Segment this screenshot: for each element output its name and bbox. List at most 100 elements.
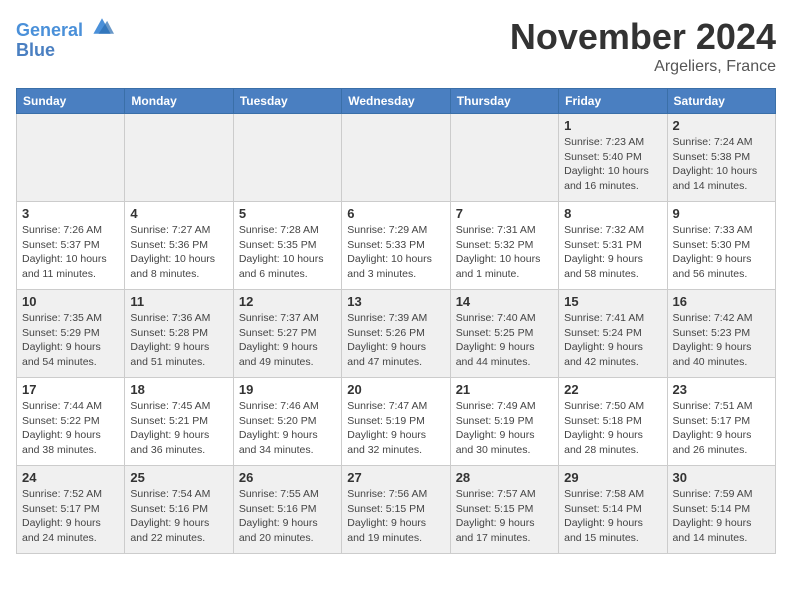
day-info: Sunrise: 7:56 AM Sunset: 5:15 PM Dayligh… [347, 487, 444, 546]
day-info: Sunrise: 7:57 AM Sunset: 5:15 PM Dayligh… [456, 487, 553, 546]
day-info: Sunrise: 7:31 AM Sunset: 5:32 PM Dayligh… [456, 223, 553, 282]
calendar-cell: 25Sunrise: 7:54 AM Sunset: 5:16 PM Dayli… [125, 466, 233, 554]
day-info: Sunrise: 7:28 AM Sunset: 5:35 PM Dayligh… [239, 223, 336, 282]
day-info: Sunrise: 7:23 AM Sunset: 5:40 PM Dayligh… [564, 135, 661, 194]
calendar-cell [125, 114, 233, 202]
calendar-cell: 2Sunrise: 7:24 AM Sunset: 5:38 PM Daylig… [667, 114, 775, 202]
calendar-week-row: 24Sunrise: 7:52 AM Sunset: 5:17 PM Dayli… [17, 466, 776, 554]
calendar-cell: 29Sunrise: 7:58 AM Sunset: 5:14 PM Dayli… [559, 466, 667, 554]
day-info: Sunrise: 7:42 AM Sunset: 5:23 PM Dayligh… [673, 311, 770, 370]
day-info: Sunrise: 7:49 AM Sunset: 5:19 PM Dayligh… [456, 399, 553, 458]
calendar-header-friday: Friday [559, 89, 667, 114]
calendar-cell: 23 Sunrise: 7:51 AM Sunset: 5:17 PM Dayli… [667, 378, 775, 466]
month-title: November 2024 [510, 16, 776, 58]
day-number: 6 [347, 206, 444, 221]
logo-icon [90, 16, 114, 36]
day-info: Sunrise: 7:52 AM Sunset: 5:17 PM Dayligh… [22, 487, 119, 546]
day-number: 2 [673, 118, 770, 133]
calendar-cell: 20 Sunrise: 7:47 AM Sunset: 5:19 PM Dayli… [342, 378, 450, 466]
calendar-cell: 12 Sunrise: 7:37 AM Sunset: 5:27 PM Dayli… [233, 290, 341, 378]
calendar-cell: 28 Sunrise: 7:57 AM Sunset: 5:15 PM Dayli… [450, 466, 558, 554]
calendar-cell: 6 Sunrise: 7:29 AM Sunset: 5:33 PM Daylig… [342, 202, 450, 290]
calendar-cell: 14 Sunrise: 7:40 AM Sunset: 5:25 PM Dayli… [450, 290, 558, 378]
title-block: November 2024 Argeliers, France [510, 16, 776, 76]
calendar-cell: 9 Sunrise: 7:33 AM Sunset: 5:30 PM Daylig… [667, 202, 775, 290]
day-info: Sunrise: 7:29 AM Sunset: 5:33 PM Dayligh… [347, 223, 444, 282]
calendar-cell: 27Sunrise: 7:56 AM Sunset: 5:15 PM Dayli… [342, 466, 450, 554]
logo-blue: Blue [16, 40, 55, 60]
day-number: 28 [456, 470, 553, 485]
calendar-cell: 18Sunrise: 7:45 AM Sunset: 5:21 PM Dayli… [125, 378, 233, 466]
calendar-cell: 5Sunrise: 7:28 AM Sunset: 5:35 PM Daylig… [233, 202, 341, 290]
day-info: Sunrise: 7:40 AM Sunset: 5:25 PM Dayligh… [456, 311, 553, 370]
day-info: Sunrise: 7:51 AM Sunset: 5:17 PM Dayligh… [673, 399, 770, 458]
day-number: 23 [673, 382, 770, 397]
calendar-cell: 1 Sunrise: 7:23 AM Sunset: 5:40 PM Daylig… [559, 114, 667, 202]
day-number: 1 [564, 118, 661, 133]
day-info: Sunrise: 7:27 AM Sunset: 5:36 PM Dayligh… [130, 223, 227, 282]
day-info: Sunrise: 7:55 AM Sunset: 5:16 PM Dayligh… [239, 487, 336, 546]
day-info: Sunrise: 7:41 AM Sunset: 5:24 PM Dayligh… [564, 311, 661, 370]
calendar-cell: 8Sunrise: 7:32 AM Sunset: 5:31 PM Daylig… [559, 202, 667, 290]
calendar-cell: 7 Sunrise: 7:31 AM Sunset: 5:32 PM Daylig… [450, 202, 558, 290]
calendar-cell: 10Sunrise: 7:35 AM Sunset: 5:29 PM Dayli… [17, 290, 125, 378]
calendar-week-row: 10Sunrise: 7:35 AM Sunset: 5:29 PM Dayli… [17, 290, 776, 378]
calendar-header-monday: Monday [125, 89, 233, 114]
calendar-cell: 15 Sunrise: 7:41 AM Sunset: 5:24 PM Dayli… [559, 290, 667, 378]
day-number: 3 [22, 206, 119, 221]
calendar-cell: 26 Sunrise: 7:55 AM Sunset: 5:16 PM Dayli… [233, 466, 341, 554]
day-number: 22 [564, 382, 661, 397]
day-number: 9 [673, 206, 770, 221]
calendar-cell [17, 114, 125, 202]
page-header: General Blue November 2024 Argeliers, Fr… [16, 16, 776, 76]
calendar-header-sunday: Sunday [17, 89, 125, 114]
calendar-cell: 21 Sunrise: 7:49 AM Sunset: 5:19 PM Dayli… [450, 378, 558, 466]
calendar-cell [450, 114, 558, 202]
calendar-cell [233, 114, 341, 202]
day-number: 12 [239, 294, 336, 309]
calendar-cell: 19 Sunrise: 7:46 AM Sunset: 5:20 PM Dayli… [233, 378, 341, 466]
calendar-cell: 17Sunrise: 7:44 AM Sunset: 5:22 PM Dayli… [17, 378, 125, 466]
calendar-table: SundayMondayTuesdayWednesdayThursdayFrid… [16, 88, 776, 554]
calendar-cell: 24Sunrise: 7:52 AM Sunset: 5:17 PM Dayli… [17, 466, 125, 554]
day-number: 30 [673, 470, 770, 485]
day-number: 19 [239, 382, 336, 397]
day-info: Sunrise: 7:46 AM Sunset: 5:20 PM Dayligh… [239, 399, 336, 458]
day-info: Sunrise: 7:58 AM Sunset: 5:14 PM Dayligh… [564, 487, 661, 546]
calendar-cell: 30 Sunrise: 7:59 AM Sunset: 5:14 PM Dayli… [667, 466, 775, 554]
calendar-cell: 13 Sunrise: 7:39 AM Sunset: 5:26 PM Dayli… [342, 290, 450, 378]
day-number: 14 [456, 294, 553, 309]
day-number: 20 [347, 382, 444, 397]
day-info: Sunrise: 7:47 AM Sunset: 5:19 PM Dayligh… [347, 399, 444, 458]
day-info: Sunrise: 7:36 AM Sunset: 5:28 PM Dayligh… [130, 311, 227, 370]
day-info: Sunrise: 7:33 AM Sunset: 5:30 PM Dayligh… [673, 223, 770, 282]
day-info: Sunrise: 7:35 AM Sunset: 5:29 PM Dayligh… [22, 311, 119, 370]
calendar-header-wednesday: Wednesday [342, 89, 450, 114]
day-info: Sunrise: 7:50 AM Sunset: 5:18 PM Dayligh… [564, 399, 661, 458]
day-number: 7 [456, 206, 553, 221]
day-number: 16 [673, 294, 770, 309]
location: Argeliers, France [510, 58, 776, 76]
logo-general: General [16, 20, 83, 40]
day-info: Sunrise: 7:44 AM Sunset: 5:22 PM Dayligh… [22, 399, 119, 458]
day-info: Sunrise: 7:26 AM Sunset: 5:37 PM Dayligh… [22, 223, 119, 282]
calendar-header-tuesday: Tuesday [233, 89, 341, 114]
calendar-cell: 16 Sunrise: 7:42 AM Sunset: 5:23 PM Dayli… [667, 290, 775, 378]
calendar-cell [342, 114, 450, 202]
day-number: 4 [130, 206, 227, 221]
logo-content: General Blue [16, 16, 114, 61]
day-info: Sunrise: 7:32 AM Sunset: 5:31 PM Dayligh… [564, 223, 661, 282]
calendar-header-saturday: Saturday [667, 89, 775, 114]
day-number: 15 [564, 294, 661, 309]
day-number: 11 [130, 294, 227, 309]
calendar-cell: 22 Sunrise: 7:50 AM Sunset: 5:18 PM Dayli… [559, 378, 667, 466]
day-number: 21 [456, 382, 553, 397]
calendar-cell: 4 Sunrise: 7:27 AM Sunset: 5:36 PM Daylig… [125, 202, 233, 290]
calendar-header-row: SundayMondayTuesdayWednesdayThursdayFrid… [17, 89, 776, 114]
day-info: Sunrise: 7:39 AM Sunset: 5:26 PM Dayligh… [347, 311, 444, 370]
day-number: 26 [239, 470, 336, 485]
calendar-week-row: 1 Sunrise: 7:23 AM Sunset: 5:40 PM Daylig… [17, 114, 776, 202]
day-number: 13 [347, 294, 444, 309]
day-info: Sunrise: 7:59 AM Sunset: 5:14 PM Dayligh… [673, 487, 770, 546]
day-info: Sunrise: 7:37 AM Sunset: 5:27 PM Dayligh… [239, 311, 336, 370]
